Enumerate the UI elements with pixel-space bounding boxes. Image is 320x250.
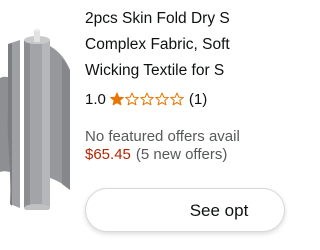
rating-row: 1.0 (1) [85, 89, 207, 109]
star-outline-icon [155, 92, 169, 106]
see-options-button[interactable]: See opt [85, 188, 285, 232]
star-outline-icon [125, 92, 139, 106]
star-outline-icon [170, 92, 184, 106]
product-title-line-3[interactable]: Wicking Textile for S [85, 62, 224, 80]
star-outline-icon [140, 92, 154, 106]
product-image[interactable] [0, 0, 80, 210]
product-title-line-2[interactable]: Complex Fabric, Soft [85, 36, 230, 54]
star-rating[interactable] [110, 92, 185, 106]
fabric-roll-image [0, 28, 70, 210]
product-title-line-1[interactable]: 2pcs Skin Fold Dry S [85, 10, 230, 28]
rating-count[interactable]: (1) [189, 91, 207, 108]
price: $65.45 [85, 146, 131, 163]
price-row: $65.45 (5 new offers) [85, 146, 227, 164]
star-filled-icon [110, 92, 124, 106]
no-featured-offers-text: No featured offers avail [85, 128, 240, 145]
new-offers-link[interactable]: (5 new offers) [136, 146, 227, 163]
rating-value: 1.0 [85, 90, 106, 108]
